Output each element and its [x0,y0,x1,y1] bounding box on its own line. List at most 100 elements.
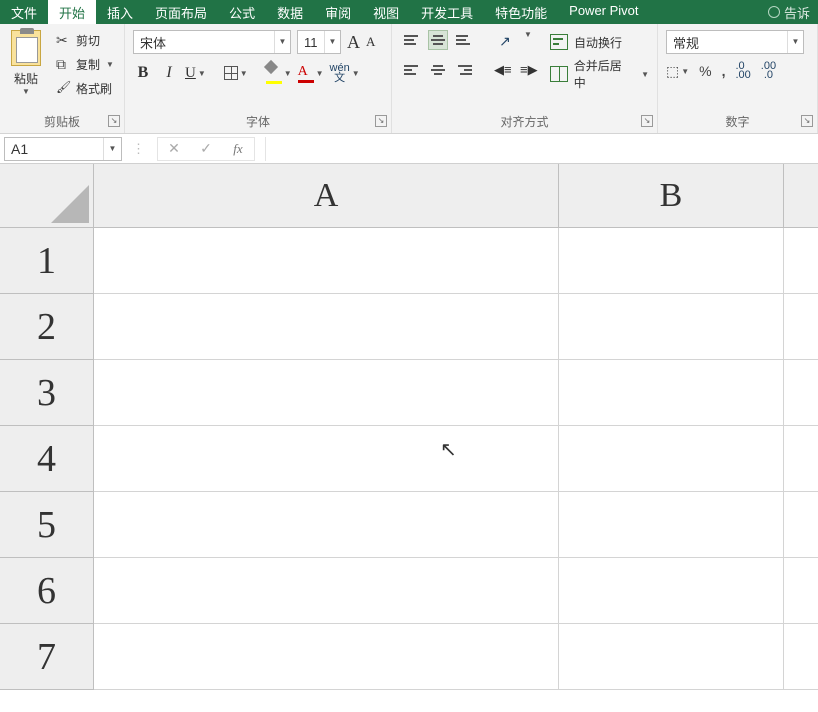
cell-C5[interactable] [784,492,818,558]
chevron-down-icon[interactable]: ▼ [641,70,649,79]
cell-B4[interactable] [559,426,784,492]
font-size-combo[interactable]: 11 ▼ [297,30,341,54]
chevron-down-icon[interactable]: ▼ [352,69,360,78]
orientation-button[interactable] [494,30,516,52]
number-launcher[interactable]: ↘ [801,115,813,127]
clipboard-launcher[interactable]: ↘ [108,115,120,127]
cell-A7[interactable] [94,624,559,690]
align-bottom-button[interactable] [454,30,474,50]
tell-me[interactable]: 告诉 [760,0,818,24]
comma-format-button[interactable]: , [722,63,726,79]
cell-B2[interactable] [559,294,784,360]
number-format-combo[interactable]: 常规 ▼ [666,30,804,54]
decrease-indent-button[interactable]: ◀≡ [494,60,514,80]
cell-B3[interactable] [559,360,784,426]
tab-developer[interactable]: 开发工具 [410,0,484,24]
chevron-down-icon[interactable]: ▼ [22,87,30,96]
font-name-combo[interactable]: 宋体 ▼ [133,30,291,54]
format-painter-button[interactable]: 格式刷 [52,76,118,100]
chevron-down-icon[interactable]: ▼ [524,30,532,52]
chevron-down-icon[interactable]: ▼ [106,60,114,69]
cell-C6[interactable] [784,558,818,624]
cell-C4[interactable] [784,426,818,492]
tab-data[interactable]: 数据 [266,0,314,24]
cell-B5[interactable] [559,492,784,558]
align-right-button[interactable] [454,60,474,80]
increase-indent-button[interactable]: ≡▶ [520,60,540,80]
accounting-format-button[interactable]: ⬚▼ [666,63,689,80]
tab-special[interactable]: 特色功能 [484,0,558,24]
cell-C1[interactable] [784,228,818,294]
italic-button[interactable]: I [159,62,179,84]
increase-decimal-button[interactable]: .0 .00 [736,62,751,80]
copy-button[interactable]: 复制 ▼ [52,52,118,76]
chevron-down-icon[interactable]: ▼ [324,31,340,53]
chevron-down-icon[interactable]: ▼ [274,31,290,53]
cut-button[interactable]: 剪切 [52,28,118,52]
cell-A2[interactable] [94,294,559,360]
borders-button[interactable]: ▼ [224,66,248,80]
align-middle-button[interactable] [428,30,448,50]
shrink-font-button[interactable]: A [366,34,375,50]
chevron-down-icon[interactable]: ▼ [103,138,121,160]
underline-button[interactable]: U ▼ [185,65,206,82]
row-header-7[interactable]: 7 [0,624,94,690]
chevron-down-icon[interactable]: ▼ [316,69,324,78]
name-box[interactable]: A1 ▼ [4,137,122,161]
tab-insert[interactable]: 插入 [96,0,144,24]
tab-review[interactable]: 审阅 [314,0,362,24]
column-header-B[interactable]: B [559,164,784,228]
alignment-launcher[interactable]: ↘ [641,115,653,127]
cell-B1[interactable] [559,228,784,294]
align-left-button[interactable] [402,60,422,80]
font-color-button[interactable]: A ▼ [298,63,324,83]
merge-center-button[interactable]: 合并后居中 ▼ [550,62,649,86]
phonetic-button[interactable]: wén文 ▼ [330,63,360,83]
chevron-down-icon[interactable]: ▼ [240,69,248,78]
percent-format-button[interactable]: % [699,63,711,79]
row-header-5[interactable]: 5 [0,492,94,558]
cell-B7[interactable] [559,624,784,690]
paste-button[interactable]: 粘贴 ▼ [0,24,52,113]
cell-A5[interactable] [94,492,559,558]
wrap-text-button[interactable]: 自动换行 [550,30,649,54]
grow-font-button[interactable]: A [347,32,360,53]
fill-color-button[interactable]: ▼ [266,62,292,84]
select-all-corner[interactable] [0,164,94,228]
chevron-down-icon[interactable]: ▼ [681,67,689,76]
chevron-down-icon[interactable]: ▼ [284,69,292,78]
tab-page-layout[interactable]: 页面布局 [144,0,218,24]
bold-button[interactable]: B [133,62,153,84]
tab-view[interactable]: 视图 [362,0,410,24]
tab-file[interactable]: 文件 [0,0,48,24]
cancel-button[interactable]: ✕ [158,140,190,157]
chevron-down-icon[interactable]: ▼ [787,31,803,53]
cell-C2[interactable] [784,294,818,360]
column-header-C[interactable] [784,164,818,228]
cell-A1[interactable] [94,228,559,294]
cell-A4[interactable] [94,426,559,492]
enter-button[interactable]: ✓ [190,140,222,157]
column-header-A[interactable]: A [94,164,559,228]
row-header-2[interactable]: 2 [0,294,94,360]
cell-A3[interactable] [94,360,559,426]
formula-input[interactable] [265,137,818,161]
row-header-1[interactable]: 1 [0,228,94,294]
chevron-down-icon[interactable]: ▼ [198,69,206,78]
tab-home[interactable]: 开始 [48,0,96,24]
font-group-label: 字体 [246,115,270,129]
tab-formulas[interactable]: 公式 [218,0,266,24]
tab-power-pivot[interactable]: Power Pivot [558,0,649,24]
align-top-button[interactable] [402,30,422,50]
align-center-button[interactable] [428,60,448,80]
cell-C7[interactable] [784,624,818,690]
font-launcher[interactable]: ↘ [375,115,387,127]
cell-A6[interactable] [94,558,559,624]
row-header-4[interactable]: 4 [0,426,94,492]
cell-C3[interactable] [784,360,818,426]
row-header-6[interactable]: 6 [0,558,94,624]
cell-B6[interactable] [559,558,784,624]
decrease-decimal-button[interactable]: .00 .0 [761,62,776,80]
row-header-3[interactable]: 3 [0,360,94,426]
insert-function-button[interactable]: fx [222,141,254,157]
